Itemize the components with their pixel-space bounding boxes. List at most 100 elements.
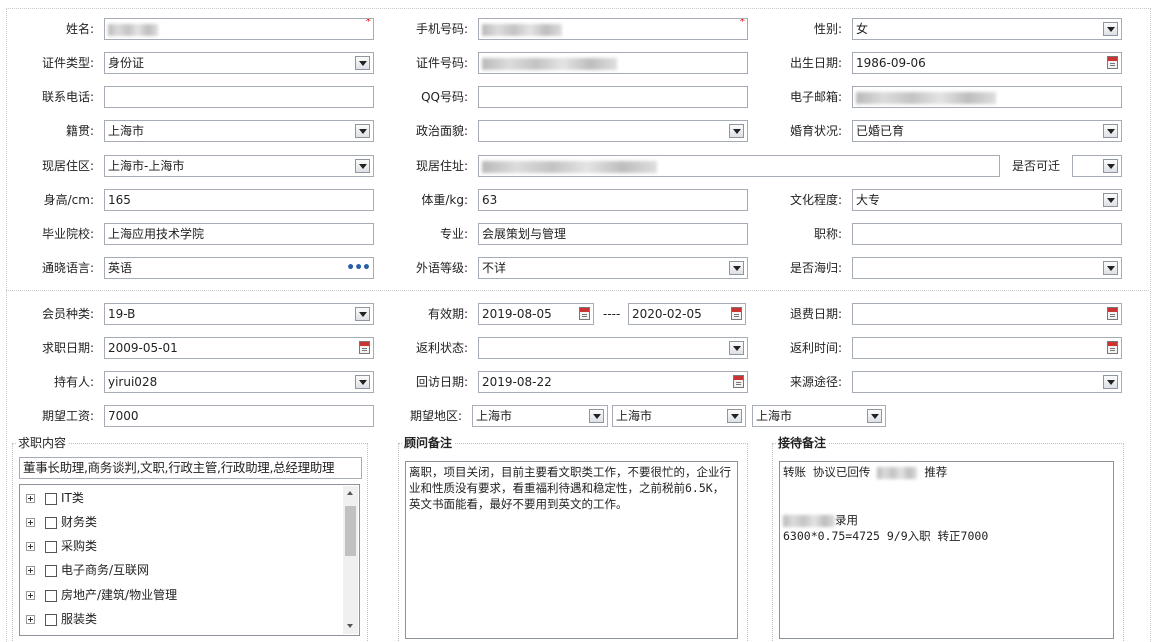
rebate-status-select[interactable]	[478, 337, 748, 359]
chevron-down-icon[interactable]	[1103, 22, 1118, 36]
expand-icon[interactable]	[26, 615, 35, 624]
chevron-down-icon[interactable]	[1103, 159, 1118, 173]
title-field[interactable]	[852, 223, 1122, 245]
tree-item[interactable]: 财务类	[26, 512, 97, 532]
refund-date-field[interactable]	[852, 303, 1122, 325]
chevron-down-icon[interactable]	[355, 375, 370, 389]
address-field[interactable]	[478, 155, 1000, 177]
politics-label: 政治面貌:	[415, 124, 468, 138]
politics-select[interactable]	[478, 120, 748, 142]
email-label: 电子邮箱:	[789, 90, 842, 104]
tree-item[interactable]: 电子商务/互联网	[26, 560, 149, 580]
id-type-select[interactable]: 身份证	[104, 52, 374, 74]
language-label: 通晓语言:	[41, 261, 94, 275]
region-district-select[interactable]: 上海市	[752, 405, 886, 427]
checkbox[interactable]	[45, 589, 57, 602]
chevron-down-icon[interactable]	[727, 409, 742, 423]
job-date-field[interactable]: 2009-05-01	[104, 337, 374, 359]
job-category-tree[interactable]: IT类 财务类 采购类 电子商务/互联网 房地产/建筑/物业管理 服装类	[19, 484, 360, 636]
birth-date-field[interactable]: 1986-09-06	[852, 52, 1122, 74]
calendar-icon[interactable]	[359, 341, 370, 354]
rebate-status-label: 返利状态:	[415, 341, 468, 355]
consultant-notes-textarea[interactable]: 离职，项目关闭，目前主要看文职类工作，不要很忙的，企业行业和性质没有要求，看重福…	[405, 461, 738, 639]
residence-select[interactable]: 上海市-上海市	[104, 155, 374, 177]
gender-select[interactable]: 女	[852, 18, 1122, 40]
id-no-field[interactable]	[478, 52, 748, 74]
overseas-select[interactable]	[852, 257, 1122, 279]
job-content-legend: 求职内容	[16, 436, 69, 450]
region-province-select[interactable]: 上海市	[472, 405, 608, 427]
expand-icon[interactable]	[26, 494, 35, 503]
school-field[interactable]: 上海应用技术学院	[104, 223, 374, 245]
region-city-select[interactable]: 上海市	[612, 405, 746, 427]
name-field[interactable]: *	[104, 18, 374, 40]
origin-select[interactable]: 上海市	[104, 120, 374, 142]
tree-item-label: 电子商务/互联网	[61, 563, 150, 577]
marital-select[interactable]: 已婚已育	[852, 120, 1122, 142]
checkbox[interactable]	[45, 613, 57, 626]
calendar-icon[interactable]	[579, 307, 590, 320]
calendar-icon[interactable]	[1107, 341, 1118, 354]
calendar-icon[interactable]	[731, 307, 742, 320]
valid-to-field[interactable]: 2020-02-05	[628, 303, 746, 325]
height-field[interactable]: 165	[104, 189, 374, 211]
rebate-time-field[interactable]	[852, 337, 1122, 359]
qq-field[interactable]	[478, 86, 748, 108]
calendar-icon[interactable]	[733, 375, 744, 388]
reception-line-2-text: 录用	[835, 513, 858, 527]
chevron-down-icon[interactable]	[729, 124, 744, 138]
contact-phone-field[interactable]	[104, 86, 374, 108]
tree-scrollbar[interactable]	[343, 486, 358, 634]
education-label: 文化程度:	[789, 193, 842, 207]
expand-icon[interactable]	[26, 542, 35, 551]
phone-field[interactable]: *	[478, 18, 748, 40]
id-type-label: 证件类型:	[41, 56, 94, 70]
tree-item[interactable]: 采购类	[26, 536, 97, 556]
calendar-icon[interactable]	[1107, 56, 1118, 69]
chevron-down-icon[interactable]	[355, 56, 370, 70]
expand-icon[interactable]	[26, 591, 35, 600]
expand-icon[interactable]	[26, 566, 35, 575]
chevron-down-icon[interactable]	[729, 261, 744, 275]
chevron-down-icon[interactable]	[355, 159, 370, 173]
tree-item[interactable]: 服装类	[26, 609, 97, 629]
scroll-thumb[interactable]	[345, 506, 356, 556]
checkbox[interactable]	[45, 564, 57, 577]
calendar-icon[interactable]	[1107, 307, 1118, 320]
major-field[interactable]: 会展策划与管理	[478, 223, 748, 245]
email-field[interactable]	[852, 86, 1122, 108]
job-content-selected-field[interactable]: 董事长助理,商务谈判,文职,行政主管,行政助理,总经理助理	[19, 457, 362, 479]
valid-from-field[interactable]: 2019-08-05	[478, 303, 594, 325]
chevron-down-icon[interactable]	[355, 307, 370, 321]
holder-select[interactable]: yirui028	[104, 371, 374, 393]
more-icon[interactable]: •••	[346, 258, 371, 278]
tree-item[interactable]: 房地产/建筑/物业管理	[26, 585, 177, 605]
chevron-down-icon[interactable]	[1103, 261, 1118, 275]
language-field[interactable]: 英语 •••	[104, 257, 374, 279]
scroll-up-icon[interactable]	[343, 486, 358, 501]
member-type-select[interactable]: 19-B	[104, 303, 374, 325]
expand-icon[interactable]	[26, 518, 35, 527]
weight-field[interactable]: 63	[478, 189, 748, 211]
chevron-down-icon[interactable]	[1103, 375, 1118, 389]
source-select[interactable]	[852, 371, 1122, 393]
chevron-down-icon[interactable]	[1103, 193, 1118, 207]
salary-field[interactable]: 7000	[104, 405, 374, 427]
chevron-down-icon[interactable]	[867, 409, 882, 423]
chevron-down-icon[interactable]	[1103, 124, 1118, 138]
checkbox[interactable]	[45, 540, 57, 553]
chevron-down-icon[interactable]	[729, 341, 744, 355]
education-select[interactable]: 大专	[852, 189, 1122, 211]
foreign-level-select[interactable]: 不详	[478, 257, 748, 279]
redacted-id	[482, 57, 617, 70]
visit-date-field[interactable]: 2019-08-22	[478, 371, 748, 393]
relocate-select[interactable]	[1072, 155, 1122, 177]
chevron-down-icon[interactable]	[355, 124, 370, 138]
tree-item[interactable]: IT类	[26, 488, 84, 508]
checkbox[interactable]	[45, 492, 57, 505]
education-value: 大专	[856, 193, 881, 207]
scroll-down-icon[interactable]	[343, 619, 358, 634]
chevron-down-icon[interactable]	[589, 409, 604, 423]
checkbox[interactable]	[45, 516, 57, 529]
reception-notes-textarea[interactable]: 转账 协议已回传 推荐 录用 6300*0.75=4725 9/9入职 转正70…	[779, 461, 1114, 639]
